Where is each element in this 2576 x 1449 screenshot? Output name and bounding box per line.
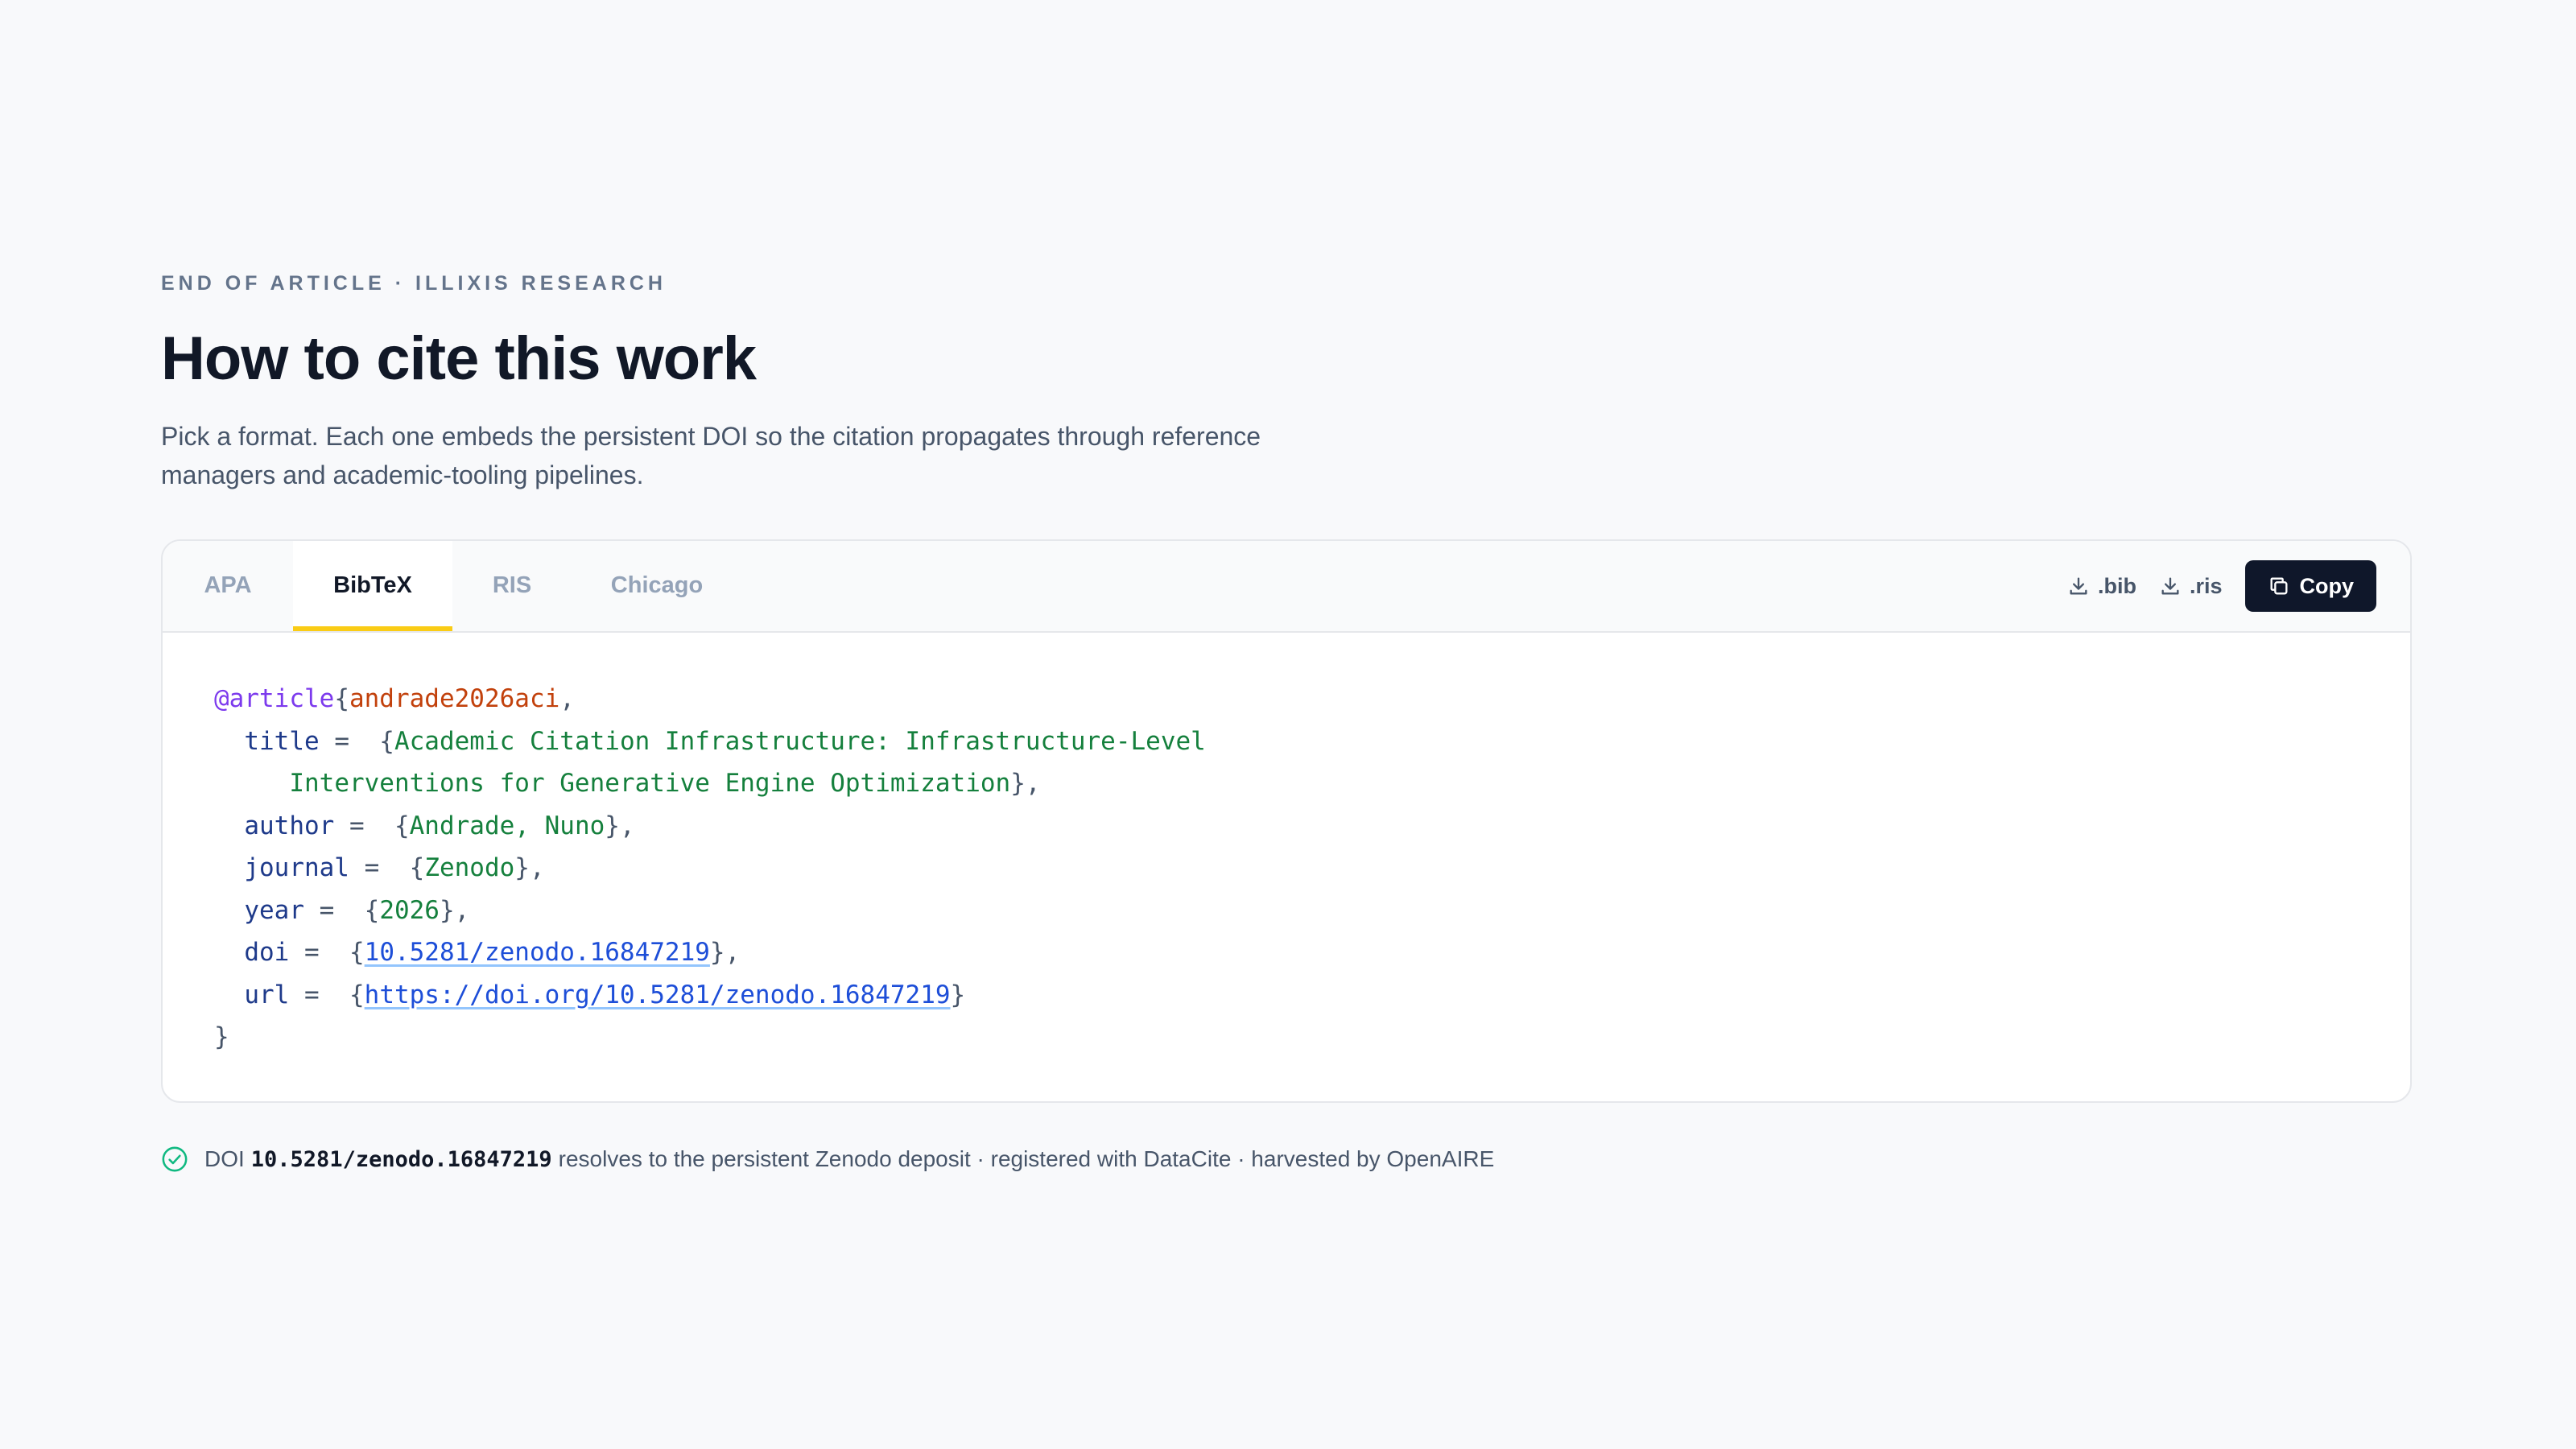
bibtex-code-block[interactable]: @article{andrade2026aci, title = {Academ… <box>214 678 1206 1059</box>
eyebrow-label: END OF ARTICLE · ILLIXIS RESEARCH <box>161 272 667 295</box>
download-icon <box>2159 575 2190 597</box>
open-brace: { <box>334 684 349 713</box>
tab-apa[interactable]: APA <box>163 541 293 630</box>
value-title-line2: Interventions for Generative Engine Opti… <box>289 769 1011 798</box>
tab-ris[interactable]: RIS <box>452 541 572 630</box>
entry-type: @article <box>214 684 335 713</box>
field-journal: journal <box>244 853 349 882</box>
download-bib-button[interactable]: .bib <box>2067 560 2136 612</box>
download-icon <box>2067 575 2098 597</box>
value-author: Andrade, Nuno <box>409 811 605 840</box>
tab-bibtex[interactable]: BibTeX <box>293 541 452 631</box>
download-bib-label: .bib <box>2097 573 2136 598</box>
value-year: 2026 <box>379 895 440 925</box>
value-journal: Zenodo <box>424 853 515 882</box>
doi-link[interactable]: 10.5281/zenodo.16847219 <box>365 938 710 967</box>
cite-key: andrade2026aci <box>349 684 560 713</box>
close-brace: } <box>214 1022 229 1051</box>
doi-status-line: DOI 10.5281/zenodo.16847219 resolves to … <box>161 1143 1494 1175</box>
download-ris-button[interactable]: .ris <box>2159 560 2223 612</box>
field-title: title <box>244 726 320 756</box>
copy-button[interactable]: Copy <box>2244 560 2376 612</box>
citation-card: APA BibTeX RIS Chicago .bib .ris Copy @a… <box>161 539 2412 1103</box>
field-year: year <box>244 895 304 925</box>
doi-prefix: DOI <box>204 1146 245 1171</box>
download-ris-label: .ris <box>2189 573 2223 598</box>
copy-icon <box>2268 575 2300 597</box>
tab-chicago[interactable]: Chicago <box>572 541 742 630</box>
field-url: url <box>244 980 290 1009</box>
page-description: Pick a format. Each one embeds the persi… <box>161 422 1261 489</box>
url-link[interactable]: https://doi.org/10.5281/zenodo.16847219 <box>365 980 951 1009</box>
value-title-line1: Academic Citation Infrastructure: Infras… <box>394 726 1206 756</box>
page-title: How to cite this work <box>161 324 757 393</box>
doi-code: 10.5281/zenodo.16847219 <box>250 1146 552 1172</box>
check-circle-icon <box>161 1146 188 1173</box>
copy-label: Copy <box>2299 573 2355 598</box>
card-actions: .bib .ris Copy <box>2067 560 2376 612</box>
field-author: author <box>244 811 335 840</box>
doi-status-text: resolves to the persistent Zenodo deposi… <box>558 1146 1495 1171</box>
format-tab-bar: APA BibTeX RIS Chicago .bib .ris Copy <box>163 541 2410 633</box>
field-doi: doi <box>244 938 290 967</box>
